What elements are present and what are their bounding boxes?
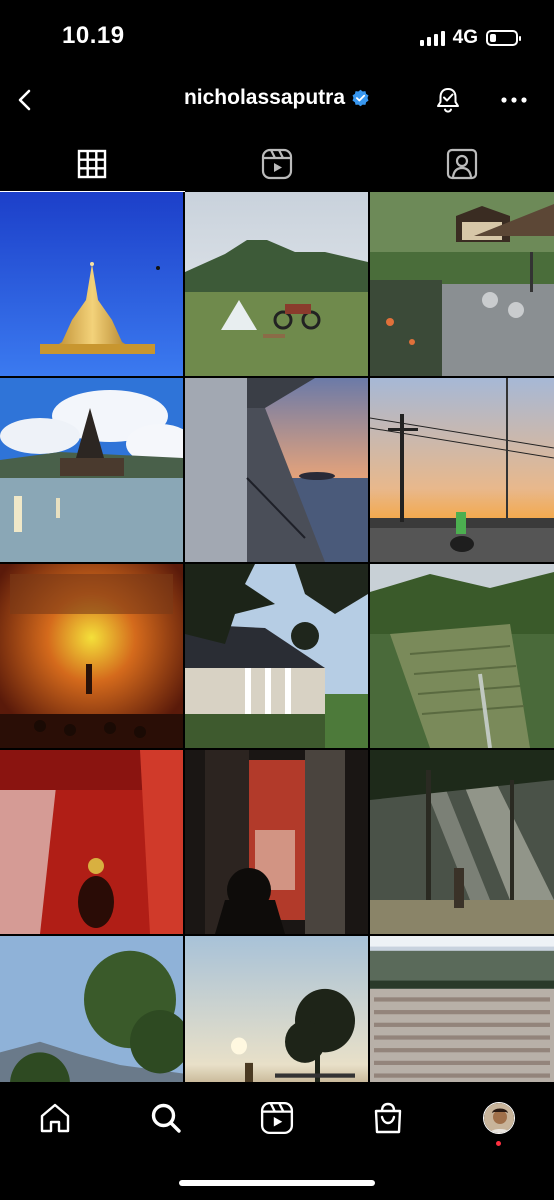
reels-icon bbox=[261, 148, 293, 180]
username-title: nicholassaputra bbox=[0, 86, 554, 110]
tab-tagged[interactable] bbox=[369, 136, 554, 192]
profile-avatar bbox=[482, 1102, 515, 1134]
shopping-bag-icon bbox=[374, 1102, 401, 1134]
post-thumbnail-stage-performance-orange-light[interactable] bbox=[0, 564, 183, 748]
home-indicator bbox=[179, 1180, 375, 1186]
post-thumbnail-villa-pond-deck[interactable] bbox=[370, 192, 554, 376]
verified-badge-icon bbox=[352, 89, 369, 106]
bell-check-icon bbox=[437, 88, 459, 113]
more-options-button[interactable] bbox=[494, 80, 534, 120]
tagged-person-icon bbox=[446, 148, 477, 180]
post-thumbnail-doorway-red-shrine[interactable] bbox=[185, 750, 368, 934]
more-horizontal-icon bbox=[501, 97, 527, 103]
nav-reels[interactable] bbox=[247, 1096, 307, 1140]
battery-icon bbox=[486, 30, 521, 46]
profile-tabs bbox=[0, 136, 554, 192]
search-icon bbox=[151, 1103, 181, 1133]
post-thumbnail-red-curtain-dancer[interactable] bbox=[0, 750, 183, 934]
post-thumbnail-tent-motorbike-mountain[interactable] bbox=[185, 192, 368, 376]
reels-icon bbox=[260, 1101, 294, 1135]
profile-screen: 10.19 4G nicholassaputra bbox=[0, 0, 554, 1200]
post-thumbnail-pavilion-leaves-silhouette[interactable] bbox=[185, 564, 368, 748]
username: nicholassaputra bbox=[183, 86, 346, 109]
status-bar: 10.19 4G bbox=[0, 0, 554, 72]
status-time: 10.19 bbox=[62, 22, 125, 49]
post-thumbnail-power-pole-sunset-rider[interactable] bbox=[370, 378, 554, 562]
posts-grid bbox=[0, 192, 554, 1120]
tab-posts-grid[interactable] bbox=[0, 136, 185, 192]
nav-shop[interactable] bbox=[358, 1096, 418, 1140]
post-thumbnail-lake-temple-clouds[interactable] bbox=[0, 378, 183, 562]
post-thumbnail-rice-terraces-valley[interactable] bbox=[370, 564, 554, 748]
post-thumbnail-forest-sunbeams-figure[interactable] bbox=[370, 750, 554, 934]
post-thumbnail-boat-deck-sunset[interactable] bbox=[185, 378, 368, 562]
nav-search[interactable] bbox=[136, 1096, 196, 1140]
signal-icon bbox=[419, 30, 445, 46]
nav-profile[interactable] bbox=[469, 1096, 529, 1146]
home-icon bbox=[41, 1103, 70, 1133]
post-thumbnail-golden-pagoda-blue-sky[interactable] bbox=[0, 192, 183, 376]
notification-dot bbox=[496, 1141, 502, 1146]
network-type: 4G bbox=[452, 27, 478, 48]
notifications-button[interactable] bbox=[428, 80, 468, 120]
profile-header: nicholassaputra bbox=[0, 72, 554, 128]
nav-home[interactable] bbox=[25, 1096, 85, 1140]
tab-reels[interactable] bbox=[185, 136, 370, 192]
grid-icon bbox=[78, 149, 107, 179]
status-indicators: 4G bbox=[419, 27, 521, 49]
